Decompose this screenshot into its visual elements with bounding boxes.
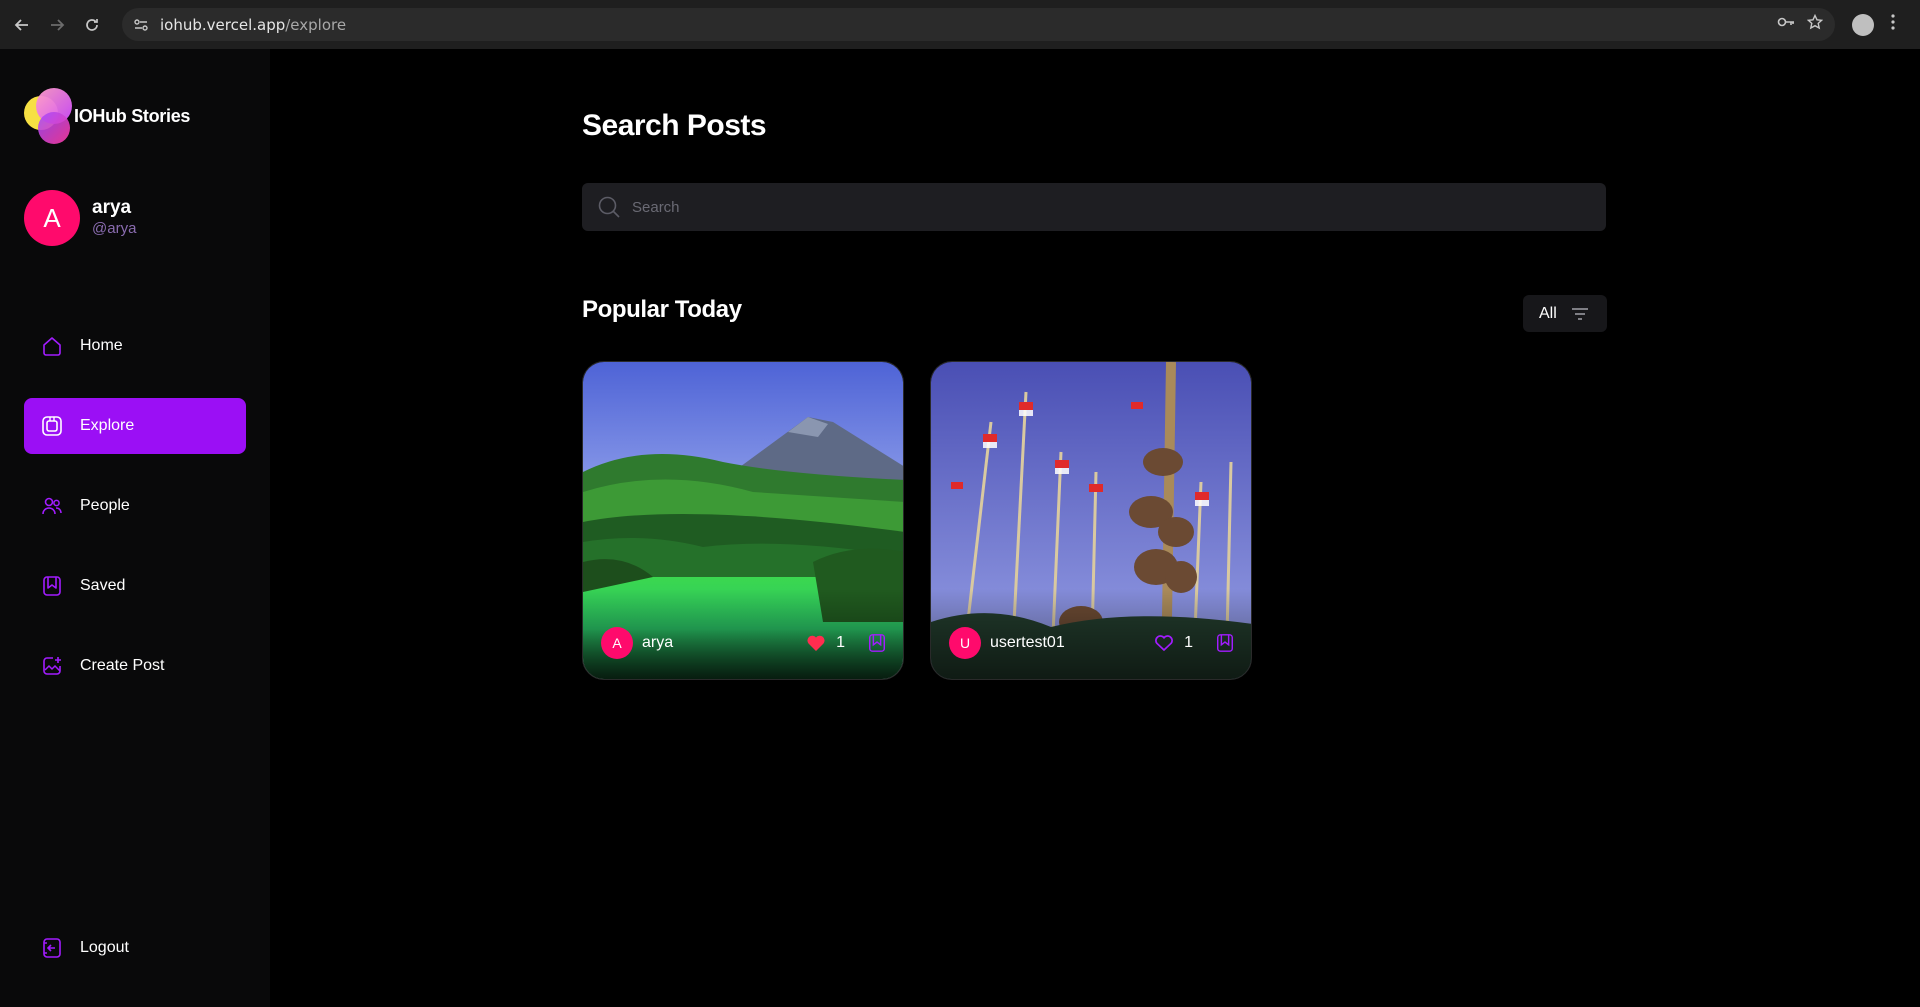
- browser-profile-avatar[interactable]: [1852, 14, 1874, 36]
- search-bar: [582, 183, 1606, 231]
- home-icon: [40, 334, 64, 358]
- sidebar-item-create-post[interactable]: Create Post: [24, 638, 246, 694]
- create-post-icon: [40, 654, 64, 678]
- search-input[interactable]: [632, 198, 1592, 216]
- sidebar-item-explore[interactable]: Explore: [24, 398, 246, 454]
- user-name: arya: [92, 197, 132, 218]
- browser-toolbar: iohub.vercel.app/explore: [0, 0, 1920, 49]
- sidebar-item-label: Explore: [80, 417, 135, 434]
- filter-icon: [1571, 307, 1589, 321]
- forward-icon[interactable]: [44, 12, 70, 38]
- search-icon: [596, 194, 622, 220]
- save-bookmark-icon[interactable]: [1215, 632, 1237, 654]
- post-grid: A arya 1 U usertest01 1: [582, 361, 1252, 680]
- browser-menu-icon[interactable]: [1890, 13, 1896, 36]
- logo-mark-icon: [24, 88, 74, 144]
- filter-label: All: [1539, 304, 1557, 322]
- sidebar-item-label: People: [80, 497, 130, 514]
- post-card[interactable]: U usertest01 1: [930, 361, 1252, 680]
- left-sidebar: IOHub Stories A arya @arya Home Explore …: [0, 49, 270, 1007]
- logo-text: IOHub Stories: [74, 105, 191, 126]
- sidebar-item-home[interactable]: Home: [24, 318, 246, 374]
- like-count: 1: [836, 634, 845, 651]
- logout-icon: [40, 936, 64, 960]
- page-title: Search Posts: [582, 109, 767, 142]
- back-icon[interactable]: [9, 12, 35, 38]
- sidebar-nav: Home Explore People Saved Create Post: [24, 318, 246, 718]
- like-count: 1: [1184, 634, 1193, 651]
- sidebar-item-label: Home: [80, 337, 123, 354]
- url-host: iohub.vercel.app: [160, 15, 286, 34]
- liked-heart-icon[interactable]: [806, 633, 826, 653]
- app-logo[interactable]: IOHub Stories: [24, 88, 190, 144]
- explore-main: Search Posts Popular Today All: [270, 49, 1920, 1007]
- bookmark-icon: [40, 574, 64, 598]
- site-settings-icon[interactable]: [130, 14, 152, 36]
- post-author-avatar[interactable]: A: [601, 627, 633, 659]
- user-profile-link[interactable]: A arya @arya: [24, 190, 136, 246]
- url-path: /explore: [285, 15, 347, 34]
- user-handle: @arya: [92, 220, 137, 237]
- address-bar[interactable]: iohub.vercel.app/explore: [122, 8, 1835, 41]
- logout-label: Logout: [80, 939, 129, 956]
- sidebar-item-label: Create Post: [80, 657, 165, 674]
- url-text: iohub.vercel.app/explore: [160, 16, 346, 34]
- sidebar-item-saved[interactable]: Saved: [24, 558, 246, 614]
- filter-dropdown[interactable]: All: [1523, 295, 1607, 332]
- sidebar-item-people[interactable]: People: [24, 478, 246, 534]
- avatar: A: [24, 190, 80, 246]
- post-author-avatar[interactable]: U: [949, 627, 981, 659]
- sidebar-item-label: Saved: [80, 577, 126, 594]
- heart-outline-icon[interactable]: [1154, 633, 1174, 653]
- explore-icon: [40, 414, 64, 438]
- section-title: Popular Today: [582, 296, 742, 323]
- logout-button[interactable]: Logout: [24, 920, 246, 976]
- post-author-name[interactable]: usertest01: [990, 634, 1065, 652]
- people-icon: [40, 494, 64, 518]
- reload-icon[interactable]: [79, 12, 105, 38]
- password-key-icon[interactable]: [1777, 14, 1795, 35]
- post-card[interactable]: A arya 1: [582, 361, 904, 680]
- save-bookmark-icon[interactable]: [867, 632, 889, 654]
- bookmark-star-icon[interactable]: [1806, 13, 1824, 35]
- post-author-name[interactable]: arya: [642, 634, 673, 652]
